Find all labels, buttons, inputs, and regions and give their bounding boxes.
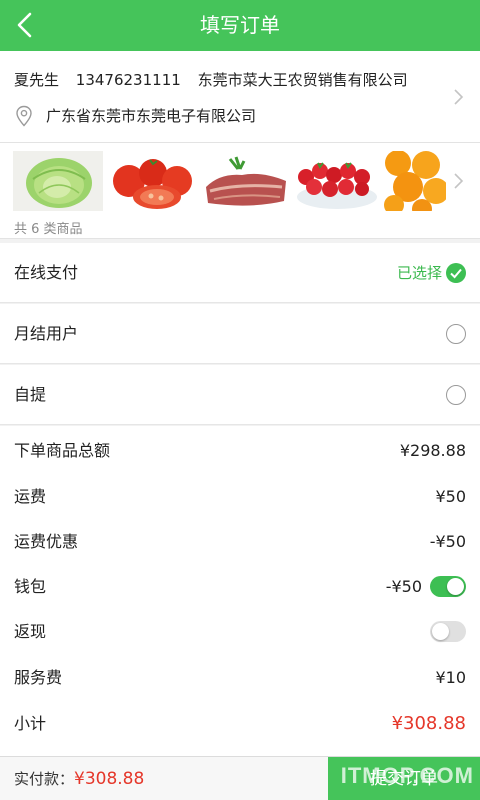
recipient-name: 夏先生	[14, 71, 60, 89]
summary-row-wallet: 钱包 -¥50	[0, 564, 480, 609]
address-card[interactable]: 夏先生 13476231111 东莞市菜大王农贸销售有限公司 广东省东莞市东莞电…	[0, 51, 480, 143]
toggle-knob	[432, 623, 449, 640]
goods-thumb-tomatoes	[107, 151, 197, 211]
service-fee-value: ¥10	[435, 668, 466, 687]
summary-row-cashback: 返现	[0, 609, 480, 654]
watermark: ITMOP.COM	[340, 763, 474, 788]
toggle-knob	[447, 578, 464, 595]
selected-status: 已选择	[396, 264, 442, 282]
summary-row-shipping-discount: 运费优惠 -¥50	[0, 519, 480, 564]
summary-row-service-fee: 服务费 ¥10	[0, 655, 480, 700]
option-self-pickup[interactable]: 自提	[0, 365, 480, 425]
summary-row-subtotal: 小计 ¥308.88	[0, 701, 480, 746]
goods-thumb-strawberries	[292, 151, 382, 211]
wallet-toggle[interactable]	[430, 576, 466, 597]
option-label: 月结用户	[14, 324, 79, 343]
pay-label: 实付款：	[14, 770, 75, 788]
goods-count: 共 6 类商品	[14, 222, 83, 237]
option-label: 在线支付	[14, 263, 79, 282]
option-monthly-settlement[interactable]: 月结用户	[0, 304, 480, 364]
checkmark-icon[interactable]	[446, 263, 466, 283]
delivery-address: 广东省东莞市东莞电子有限公司	[46, 107, 257, 125]
pay-amount: ¥308.88	[74, 769, 145, 789]
shipping-value: ¥50	[435, 487, 466, 506]
subtotal-value: ¥308.88	[391, 713, 466, 734]
total-value: ¥298.88	[399, 441, 466, 460]
goods-strip[interactable]: 共 6 类商品	[0, 143, 480, 239]
goods-thumb-cabbage	[13, 151, 103, 211]
wallet-value: -¥50	[385, 577, 422, 596]
summary-row-total: 下单商品总额 ¥298.88	[0, 428, 480, 473]
option-label: 自提	[14, 385, 47, 404]
page-title: 填写订单	[200, 13, 280, 37]
option-online-payment[interactable]: 在线支付 已选择	[0, 243, 480, 303]
shipping-discount-value: -¥50	[429, 532, 466, 551]
goods-thumb-pork	[200, 151, 290, 211]
order-summary: 下单商品总额 ¥298.88 运费 ¥50 运费优惠 -¥50 钱包 -¥50 …	[0, 426, 480, 756]
goods-thumb-oranges	[384, 151, 446, 211]
goods-more-chevron-icon	[454, 173, 464, 189]
radio-unselected-icon[interactable]	[446, 324, 466, 344]
recipient-phone: 13476231111	[75, 71, 181, 89]
location-pin-icon	[16, 105, 32, 127]
recipient-company: 东莞市菜大王农贸销售有限公司	[197, 71, 408, 89]
chevron-right-icon	[454, 89, 464, 105]
cashback-toggle[interactable]	[430, 621, 466, 642]
summary-row-shipping: 运费 ¥50	[0, 474, 480, 519]
top-bar: 填写订单	[0, 0, 480, 51]
radio-unselected-icon[interactable]	[446, 385, 466, 405]
